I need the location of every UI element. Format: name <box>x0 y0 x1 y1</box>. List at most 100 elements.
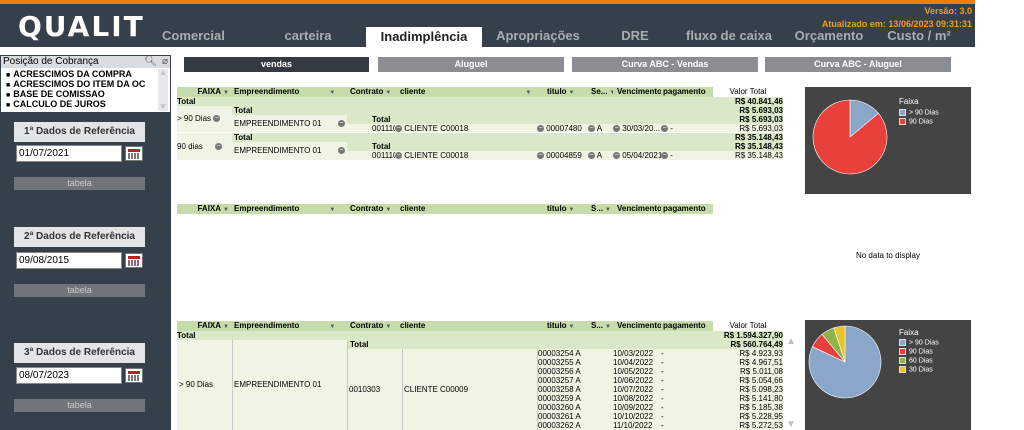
scroll-down-icon[interactable]: ▼ <box>786 419 796 430</box>
col-header-pagamento[interactable]: pagamento <box>661 204 713 214</box>
pivot3-scrollbar[interactable]: ▲ ▼ <box>786 336 798 430</box>
collapse-icon[interactable]: − <box>613 152 620 160</box>
col-header-titulo[interactable]: titulo ▼ <box>537 321 588 331</box>
collapse-icon[interactable]: − <box>213 115 221 123</box>
col-header-faixa[interactable]: FAIXA ▼ <box>177 87 232 97</box>
col-header-faixa[interactable]: FAIXA ▼ <box>177 204 232 214</box>
calendar-icon[interactable] <box>125 146 143 161</box>
collapse-icon[interactable]: − <box>337 147 345 155</box>
col-header-empreendimento[interactable]: Empreendimento ▼ <box>232 87 347 97</box>
clear-selection-icon[interactable]: ⌀ <box>162 56 168 67</box>
scroll-up-icon[interactable]: ▲ <box>158 69 168 77</box>
legend-item[interactable]: 90 Dias <box>899 118 933 125</box>
ref2-title: 2ª Dados de Referência <box>14 227 145 247</box>
tab-comercial[interactable]: Comercial <box>162 26 225 47</box>
col-header-valor-total: Valor Total <box>713 321 783 330</box>
contrato-total-value: R$ 5.693,03 <box>714 115 783 124</box>
list-item[interactable]: ACRESCIMOS DO ITEM DA OC <box>6 79 145 89</box>
col-header-vencimento[interactable]: Vencimento <box>613 87 661 97</box>
emp-total-value: R$ 5.693,03 <box>714 106 783 115</box>
ref1-date-input[interactable]: 01/07/2021 <box>16 145 122 162</box>
col-header-serie[interactable]: Se... ▼ <box>588 87 613 97</box>
tab-orcamento[interactable]: Orçamento <box>794 26 864 47</box>
collapse-icon[interactable]: − <box>661 152 668 160</box>
pivot-table-2: FAIXA ▼ Empreendimento ▼ Contrato ▼ cliente… <box>177 204 714 216</box>
col-header-vencimento[interactable]: Vencimento <box>613 321 661 331</box>
collapse-icon[interactable]: − <box>661 125 668 132</box>
ref2-tabela-button[interactable]: tabela <box>14 284 145 297</box>
tab-carteira[interactable]: carteira <box>280 26 336 47</box>
col-header-contrato[interactable]: Contrato ▼ <box>347 321 395 331</box>
tab-apropriacoes[interactable]: Apropriações <box>496 26 580 47</box>
curva-abc-vendas-button[interactable]: Curva ABC - Vendas <box>572 57 758 72</box>
aluguel-button[interactable]: Aluguel <box>378 57 564 72</box>
col-header-cliente[interactable]: cliente <box>395 321 537 331</box>
list-item[interactable]: BASE DE COMISSAO <box>6 89 105 99</box>
list-item[interactable]: ACRESCIMOS DA COMPRA <box>6 69 132 79</box>
list-item[interactable]: CALCULO DE JUROS <box>6 99 106 109</box>
calendar-icon[interactable] <box>125 368 143 383</box>
calendar-icon[interactable] <box>125 253 143 268</box>
sidebar: Posição de Cobrança 🔍︎ ⌀ ACRESCIMOS DA C… <box>0 55 171 430</box>
ref3-date-input[interactable]: 08/07/2023 <box>16 367 122 384</box>
legend-item[interactable]: 90 Dias <box>899 348 933 355</box>
valor-cell: R$ 4.967,51 <box>714 358 783 367</box>
collapse-icon[interactable]: − <box>588 125 595 132</box>
legend-item[interactable]: 60 Dias <box>899 357 933 364</box>
tab-custo-m2[interactable]: Custo / m² <box>886 26 952 47</box>
col-header-s[interactable]: S... ▼ <box>588 204 613 214</box>
collapse-icon[interactable]: − <box>537 152 544 160</box>
col-header-pagamento[interactable]: pagamento <box>661 87 713 97</box>
vendas-button[interactable]: vendas <box>184 57 369 72</box>
scroll-down-icon[interactable]: ▼ <box>158 103 168 111</box>
pagamento-cell: - <box>661 403 714 412</box>
posicao-cobranca-listbox[interactable]: Posição de Cobrança 🔍︎ ⌀ ACRESCIMOS DA C… <box>1 56 170 112</box>
col-header-cliente[interactable]: cliente <box>395 204 537 214</box>
scroll-up-icon[interactable]: ▲ <box>786 336 796 347</box>
ref2-date-input[interactable]: 09/08/2015 <box>16 252 122 269</box>
legend-item[interactable]: 30 Dias <box>899 366 933 373</box>
col-header-cliente[interactable]: cliente ▼ <box>395 87 537 97</box>
col-header-faixa[interactable]: FAIXA ▼ <box>177 321 232 331</box>
collapse-icon[interactable]: − <box>215 143 223 151</box>
col-header-contrato[interactable]: Contrato ▼ <box>347 87 395 97</box>
curva-abc-aluguel-button[interactable]: Curva ABC - Aluguel <box>765 57 951 72</box>
collapse-icon[interactable]: − <box>613 125 620 132</box>
pie-chart-1[interactable] <box>805 87 971 194</box>
tab-inadimplencia[interactable]: Inadimplência <box>366 27 482 47</box>
legend-item[interactable]: > 90 Dias <box>899 339 939 346</box>
faixa-cell: > 90 Dias − <box>177 106 232 132</box>
listbox-scrollbar[interactable]: ▲ ▼ <box>158 69 168 111</box>
col-header-s[interactable]: S... ▼ <box>588 321 613 331</box>
collapse-icon[interactable]: − <box>337 120 345 128</box>
no-data-message: No data to display <box>855 251 921 260</box>
col-header-titulo[interactable]: titulo ▼ <box>537 204 588 214</box>
collapse-icon[interactable]: − <box>395 152 402 160</box>
ref1-tabela-button[interactable]: tabela <box>14 177 145 190</box>
pie-chart-2[interactable] <box>805 320 971 430</box>
vencimento-cell: 11/10/2022 <box>613 421 661 430</box>
col-header-vencimento[interactable]: Vencimento <box>613 204 661 214</box>
collapse-icon[interactable]: − <box>395 125 402 132</box>
serie-cell: − A <box>588 124 613 132</box>
collapse-icon[interactable]: − <box>588 152 595 160</box>
col-header-empreendimento[interactable]: Empreendimento ▼ <box>232 204 347 214</box>
collapse-icon[interactable]: − <box>537 125 544 132</box>
col-header-contrato[interactable]: Contrato ▼ <box>347 204 395 214</box>
legend-item[interactable]: > 90 Dias <box>899 109 939 116</box>
pagamento-cell: − - <box>661 124 714 132</box>
empty-chart-panel: No data to display <box>805 203 971 310</box>
col-header-empreendimento[interactable]: Empreendimento ▼ <box>232 321 347 331</box>
pivot-table-3: FAIXA ▼ Empreendimento ▼ Contrato ▼ cliente… <box>177 321 784 430</box>
ref3-tabela-button[interactable]: tabela <box>14 399 145 412</box>
search-icon[interactable]: 🔍︎ <box>144 56 157 67</box>
titulo-cell: 00003262 A <box>538 421 613 430</box>
updated-label: Atualizado em: 13/06/2023 09:31:31 <box>821 19 972 29</box>
col-header-titulo[interactable]: titulo ▼ <box>537 87 588 97</box>
col-header-pagamento[interactable]: pagamento <box>661 321 713 331</box>
empreendimento-cell: EMPREENDIMENTO 01 − <box>232 142 347 160</box>
pagamento-cell: - <box>661 394 714 403</box>
tab-fluxo-de-caixa[interactable]: fluxo de caixa <box>686 26 772 47</box>
grand-total-label: Total <box>177 97 714 106</box>
tab-dre[interactable]: DRE <box>616 26 654 47</box>
